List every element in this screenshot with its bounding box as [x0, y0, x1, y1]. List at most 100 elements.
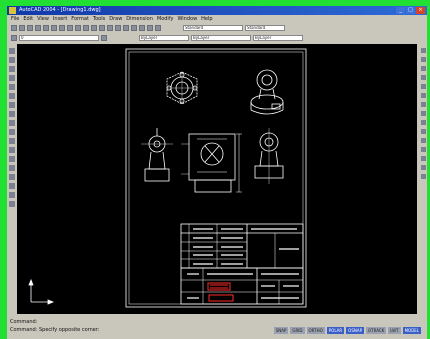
cut-icon[interactable]: [51, 24, 57, 31]
app-window: AutoCAD 2004 - [Drawing1.dwg] _ □ × File…: [7, 6, 427, 339]
command-prompt-line[interactable]: Command: Specify opposite corner:: [10, 327, 100, 333]
color-select[interactable]: ByLayer: [139, 34, 189, 41]
modify-toolbar: [419, 44, 427, 314]
paste-icon[interactable]: [67, 24, 73, 31]
close-button[interactable]: ×: [416, 7, 425, 14]
standard-toolbar: Standard Standard: [7, 23, 427, 32]
zoom-window-icon[interactable]: [115, 24, 121, 31]
scale-icon[interactable]: [420, 111, 426, 116]
insert-block-icon[interactable]: [8, 147, 15, 153]
match-properties-icon[interactable]: [75, 24, 81, 31]
arc-icon[interactable]: [8, 93, 15, 99]
menu-insert[interactable]: Insert: [53, 15, 67, 23]
model-toggle[interactable]: MODEL: [402, 327, 421, 334]
lineweight-toggle[interactable]: LWT: [388, 327, 401, 334]
minimize-button[interactable]: _: [396, 7, 405, 14]
ucs-icon: [28, 278, 55, 305]
parts-list-table: [180, 223, 304, 269]
drawing-sheet: [28, 48, 307, 308]
rectangle-icon[interactable]: [8, 84, 15, 90]
maximize-button[interactable]: □: [406, 7, 415, 14]
grid-toggle[interactable]: GRID: [290, 327, 305, 334]
menu-dimension[interactable]: Dimension: [126, 15, 153, 23]
window-title: AutoCAD 2004 - [Drawing1.dwg]: [19, 7, 101, 13]
menu-window[interactable]: Window: [177, 15, 197, 23]
stretch-icon[interactable]: [420, 120, 426, 125]
linetype-select[interactable]: ByLayer: [191, 34, 251, 41]
polyline-icon[interactable]: [8, 66, 15, 72]
spline-icon[interactable]: [8, 120, 15, 126]
osnap-toggle[interactable]: OSNAP: [346, 327, 364, 334]
layer-previous-icon[interactable]: [101, 34, 107, 41]
design-center-icon[interactable]: [139, 24, 145, 31]
preview-icon[interactable]: [43, 24, 49, 31]
dim-style-select[interactable]: Standard: [245, 24, 285, 31]
multiline-text-icon[interactable]: [8, 201, 15, 207]
menu-view[interactable]: View: [37, 15, 49, 23]
offset-icon[interactable]: [420, 75, 426, 80]
layer-select[interactable]: 0: [19, 34, 99, 41]
rotate-icon[interactable]: [420, 102, 426, 107]
layers-properties-toolbar: 0 ByLayer ByLayer ByLayer: [7, 33, 427, 42]
construction-line-icon[interactable]: [8, 57, 15, 63]
region-icon[interactable]: [8, 183, 15, 189]
status-bar-toggles: SNAP GRID ORTHO POLAR OSNAP OTRACK LWT M…: [273, 327, 421, 334]
tool-palettes-icon[interactable]: [147, 24, 153, 31]
open-file-icon[interactable]: [19, 24, 25, 31]
polygon-icon[interactable]: [8, 75, 15, 81]
line-icon[interactable]: [8, 48, 15, 54]
menu-tools[interactable]: Tools: [93, 15, 105, 23]
zoom-realtime-icon[interactable]: [107, 24, 113, 31]
properties-icon[interactable]: [131, 24, 137, 31]
zoom-previous-icon[interactable]: [123, 24, 129, 31]
copy-icon[interactable]: [59, 24, 65, 31]
otrack-toggle[interactable]: OTRACK: [366, 327, 387, 334]
undo-icon[interactable]: [83, 24, 89, 31]
drawing-canvas[interactable]: [17, 44, 417, 314]
menu-modify[interactable]: Modify: [157, 15, 174, 23]
isometric-view-part: [250, 69, 284, 115]
pan-icon[interactable]: [99, 24, 105, 31]
side-view-part: [254, 128, 284, 184]
section-view-part: [181, 133, 242, 193]
polar-toggle[interactable]: POLAR: [326, 327, 345, 334]
text-style-select[interactable]: Standard: [183, 24, 243, 31]
menu-edit[interactable]: Edit: [23, 15, 33, 23]
hatch-icon[interactable]: [8, 174, 15, 180]
ellipse-icon[interactable]: [8, 129, 15, 135]
redo-icon[interactable]: [91, 24, 97, 31]
draw-toolbar: [7, 44, 16, 314]
mirror-icon[interactable]: [420, 66, 426, 71]
ortho-toggle[interactable]: ORTHO: [306, 327, 325, 334]
explode-icon[interactable]: [420, 174, 426, 179]
break-icon[interactable]: [420, 147, 426, 152]
menu-bar: File Edit View Insert Format Tools Draw …: [7, 15, 427, 23]
table-icon[interactable]: [8, 192, 15, 198]
ellipse-arc-icon[interactable]: [8, 138, 15, 144]
circle-icon[interactable]: [8, 102, 15, 108]
title-bar: AutoCAD 2004 - [Drawing1.dwg] _ □ ×: [7, 6, 427, 15]
layer-manager-icon[interactable]: [11, 34, 17, 41]
snap-toggle[interactable]: SNAP: [273, 327, 289, 334]
save-icon[interactable]: [27, 24, 33, 31]
menu-draw[interactable]: Draw: [109, 15, 122, 23]
new-file-icon[interactable]: [11, 24, 17, 31]
move-icon[interactable]: [420, 93, 426, 98]
command-history-line: Command:: [10, 319, 38, 325]
print-icon[interactable]: [35, 24, 41, 31]
lineweight-select[interactable]: ByLayer: [253, 34, 303, 41]
extend-icon[interactable]: [420, 138, 426, 143]
make-block-icon[interactable]: [8, 156, 15, 162]
trim-icon[interactable]: [420, 129, 426, 134]
array-icon[interactable]: [420, 84, 426, 89]
menu-help[interactable]: Help: [201, 15, 212, 23]
chamfer-icon[interactable]: [420, 156, 426, 161]
revision-cloud-icon[interactable]: [8, 111, 15, 117]
copy-object-icon[interactable]: [420, 57, 426, 62]
menu-format[interactable]: Format: [71, 15, 89, 23]
erase-icon[interactable]: [420, 48, 426, 53]
menu-file[interactable]: File: [11, 15, 19, 23]
fillet-icon[interactable]: [420, 165, 426, 170]
point-icon[interactable]: [8, 165, 15, 171]
help-icon[interactable]: [155, 24, 161, 31]
